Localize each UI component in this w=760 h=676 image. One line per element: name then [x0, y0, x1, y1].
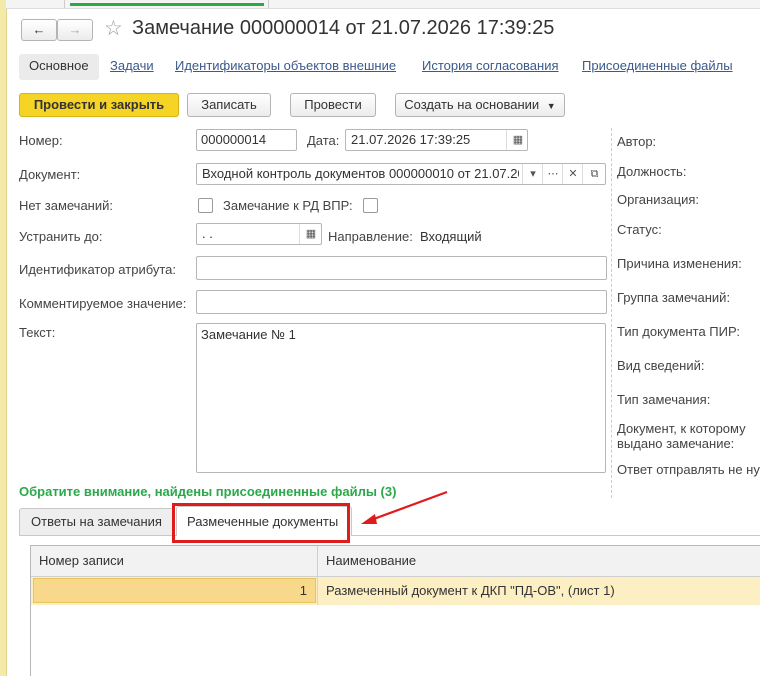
- change-reason-label: Причина изменения:: [617, 256, 742, 271]
- records-table: Номер записи Наименование 1 Размеченный …: [30, 545, 760, 676]
- table-row[interactable]: 1 Размеченный документ к ДКП "ПД-ОВ", (л…: [31, 577, 760, 605]
- create-based-on-label: Создать на основании: [404, 97, 540, 112]
- calendar-icon[interactable]: ▦: [299, 224, 321, 244]
- star-icon[interactable]: ☆: [104, 16, 123, 41]
- direction-label: Направление:: [328, 229, 413, 244]
- post-button[interactable]: Провести: [290, 93, 376, 117]
- tab-main[interactable]: Основное: [19, 54, 99, 80]
- open-icon[interactable]: ⧉: [582, 164, 605, 184]
- organization-label: Организация:: [617, 192, 700, 207]
- bottom-tabs-baseline: [19, 535, 760, 536]
- row-name: Размеченный документ к ДКП "ПД-ОВ", (лис…: [326, 583, 615, 598]
- attached-files-notice[interactable]: Обратите внимание, найдены присоединенны…: [19, 484, 396, 499]
- no-reply-label: Ответ отправлять не ну: [617, 462, 760, 477]
- remark-type-label: Тип замечания:: [617, 392, 711, 407]
- target-document-label-line2: выдано замечание:: [617, 436, 735, 451]
- save-button[interactable]: Записать: [187, 93, 271, 117]
- tab-external-ids[interactable]: Идентификаторы объектов внешние: [175, 58, 396, 73]
- date-label: Дата:: [307, 133, 340, 148]
- document-field[interactable]: Входной контроль документов 000000010 от…: [196, 163, 606, 185]
- tab-replies[interactable]: Ответы на замечания: [19, 508, 175, 535]
- direction-value: Входящий: [420, 229, 482, 244]
- create-based-on-button[interactable]: Создать на основании ▼: [395, 93, 565, 117]
- pir-doc-type-label: Тип документа ПИР:: [617, 324, 740, 339]
- tab-attached-files[interactable]: Присоединенные файлы: [582, 58, 733, 73]
- position-label: Должность:: [617, 164, 687, 179]
- more-icon[interactable]: ⋯: [542, 164, 563, 184]
- column-header-name[interactable]: Наименование: [326, 553, 416, 568]
- panel-separator: [611, 128, 612, 498]
- fix-until-label: Устранить до:: [19, 229, 103, 244]
- active-window-tab-indicator: [70, 3, 264, 6]
- date-field[interactable]: 21.07.2026 17:39:25 ▦: [345, 129, 528, 151]
- info-kind-label: Вид сведений:: [617, 358, 705, 373]
- remark-group-label: Группа замечаний:: [617, 290, 731, 305]
- tab-tasks[interactable]: Задачи: [110, 58, 154, 73]
- arrow-left-icon: ←: [32, 22, 46, 37]
- status-label: Статус:: [617, 222, 662, 237]
- commented-value-field[interactable]: [196, 290, 607, 314]
- commented-value-label: Комментируемое значение:: [19, 296, 187, 311]
- document-label: Документ:: [19, 167, 81, 182]
- table-header: Номер записи Наименование: [31, 546, 760, 577]
- window-title: Замечание 000000014 от 21.07.2026 17:39:…: [132, 17, 555, 39]
- attribute-id-field[interactable]: [196, 256, 607, 280]
- calendar-icon[interactable]: ▦: [506, 130, 527, 150]
- back-button[interactable]: ←: [21, 19, 57, 41]
- fix-until-field[interactable]: . . ▦: [196, 223, 322, 245]
- dropdown-arrow-icon[interactable]: ▾: [522, 164, 543, 184]
- column-header-number[interactable]: Номер записи: [39, 553, 124, 568]
- top-tab-divider: [268, 0, 269, 8]
- top-tab-divider: [64, 0, 65, 8]
- no-remarks-checkbox[interactable]: [198, 198, 213, 213]
- arrow-right-icon: →: [68, 22, 82, 37]
- left-accent-strip: [0, 0, 7, 676]
- document-value: Входной контроль документов 000000010 от…: [202, 166, 519, 181]
- dropdown-arrow-icon: ▼: [546, 101, 556, 111]
- column-divider: [317, 577, 318, 605]
- rd-vpr-checkbox[interactable]: [363, 198, 378, 213]
- tab-replies-label: Ответы на замечания: [31, 514, 162, 529]
- date-value: 21.07.2026 17:39:25: [351, 132, 471, 147]
- attribute-id-label: Идентификатор атрибута:: [19, 262, 177, 277]
- table-cell-number[interactable]: 1: [33, 578, 316, 603]
- row-number: 1: [299, 583, 307, 598]
- column-divider: [317, 546, 318, 576]
- number-field[interactable]: 000000014: [196, 129, 297, 151]
- rd-vpr-label: Замечание к РД ВПР:: [223, 198, 353, 213]
- text-label: Текст:: [19, 325, 56, 340]
- no-remarks-label: Нет замечаний:: [19, 198, 113, 213]
- annotation-highlight-box: [172, 503, 350, 543]
- post-and-close-button[interactable]: Провести и закрыть: [19, 93, 179, 117]
- forward-button[interactable]: →: [57, 19, 93, 41]
- author-label: Автор:: [617, 134, 657, 149]
- tab-main-label: Основное: [29, 58, 89, 73]
- annotation-arrow-icon: [361, 490, 448, 524]
- text-value: Замечание № 1: [201, 327, 296, 342]
- clear-icon[interactable]: ✕: [562, 164, 583, 184]
- number-label: Номер:: [19, 133, 63, 148]
- target-document-label: Документ, к которому: [617, 421, 746, 436]
- tab-approval-history[interactable]: История согласования: [422, 58, 559, 73]
- fix-until-value: . .: [202, 226, 213, 241]
- text-area[interactable]: Замечание № 1: [196, 323, 606, 473]
